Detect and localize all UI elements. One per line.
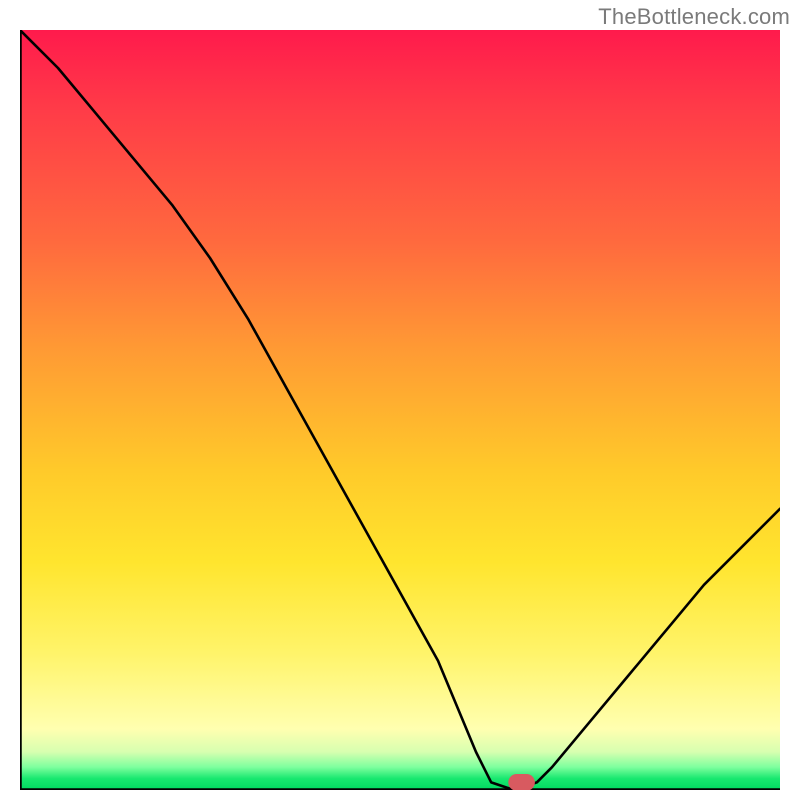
chart-plot-area xyxy=(20,30,780,790)
chart-axes xyxy=(20,30,780,790)
chart-svg xyxy=(20,30,780,790)
bottleneck-curve-path xyxy=(20,30,780,790)
bottleneck-curve xyxy=(20,30,780,790)
attribution-text: TheBottleneck.com xyxy=(598,4,790,30)
optimal-point-marker xyxy=(508,774,535,790)
